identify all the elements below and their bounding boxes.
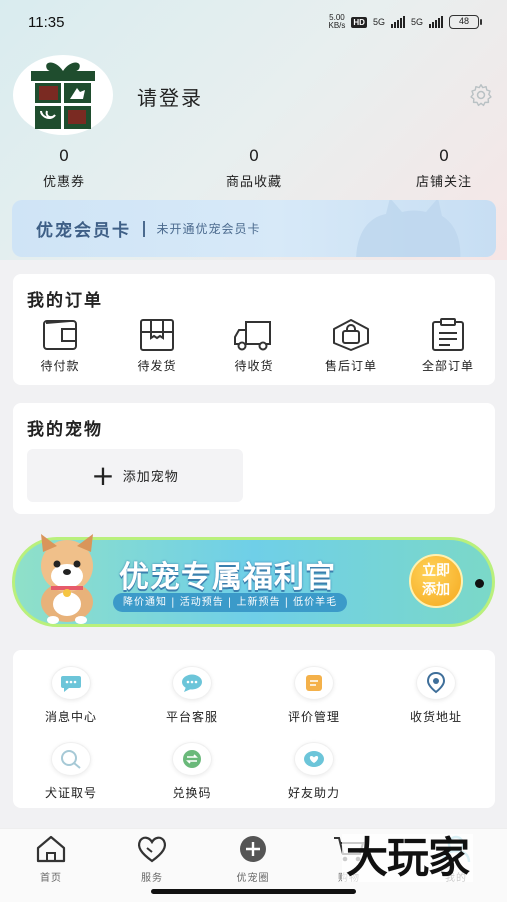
stat-shop-follows[interactable]: 0 店铺关注 xyxy=(404,146,484,190)
service-friend-help[interactable]: 好友助力 xyxy=(266,742,362,801)
tab-home[interactable]: 首页 xyxy=(11,835,91,884)
pets-title: 我的宠物 xyxy=(27,420,103,440)
pets-card: 我的宠物 + 添加宠物 xyxy=(13,403,495,514)
network-type-2: 5G xyxy=(410,17,423,27)
hd-badge: HD xyxy=(351,16,367,28)
cat-silhouette-icon xyxy=(356,200,461,257)
location-icon xyxy=(426,672,446,694)
services-card: 消息中心 平台客服 评价管理 收货地址 犬证取号 兑换码 好友助力 xyxy=(13,650,495,808)
order-after-sales[interactable]: 售后订单 xyxy=(316,318,386,374)
member-card-banner[interactable]: 优宠会员卡 未开通优宠会员卡 xyxy=(12,200,496,257)
status-indicators: 5.00 KB/s HD 5G 5G 48 xyxy=(328,13,482,30)
order-pending-shipment[interactable]: 待发货 xyxy=(122,318,192,374)
battery-icon: 48 xyxy=(449,15,482,29)
orders-card: 我的订单 待付款 待发货 待收货 售后订单 全部订单 xyxy=(13,274,495,385)
search-icon xyxy=(61,750,81,769)
avatar[interactable] xyxy=(13,55,113,135)
service-dog-license[interactable]: 犬证取号 xyxy=(23,742,119,801)
truck-icon xyxy=(234,321,271,351)
service-redeem-code[interactable]: 兑换码 xyxy=(144,742,240,801)
gear-icon[interactable] xyxy=(468,82,494,108)
signal-icon xyxy=(390,16,405,28)
chat-icon xyxy=(182,674,202,692)
plus-circle-icon xyxy=(240,836,266,862)
order-pending-receipt[interactable]: 待收货 xyxy=(219,318,289,374)
member-card-title: 优宠会员卡 xyxy=(36,221,131,241)
network-type-1: 5G xyxy=(372,17,385,27)
heart-icon xyxy=(304,751,324,767)
gift-logo-icon xyxy=(31,62,95,129)
banner-tags: 降价通知 | 活动预告 | 上新预告 | 低价羊毛 xyxy=(113,593,348,612)
home-icon xyxy=(36,835,66,863)
add-pet-button[interactable]: + 添加宠物 xyxy=(27,449,243,502)
stat-coupons[interactable]: 0 优惠券 xyxy=(34,146,94,190)
clipboard-icon xyxy=(432,318,464,351)
dog-mascot-icon xyxy=(41,534,93,624)
service-review-management[interactable]: 评价管理 xyxy=(266,666,362,725)
welfare-banner[interactable]: 优宠专属福利官 降价通知 | 活动预告 | 上新预告 | 低价羊毛 立即 添加 xyxy=(12,534,495,627)
divider xyxy=(143,220,145,237)
stats-row: 0 优惠券 0 商品收藏 0 店铺关注 xyxy=(0,146,507,194)
login-link[interactable]: 请登录 xyxy=(137,82,203,111)
orders-title: 我的订单 xyxy=(27,291,103,311)
plus-icon: + xyxy=(91,458,115,492)
home-indicator[interactable] xyxy=(151,889,356,894)
stat-favorites[interactable]: 0 商品收藏 xyxy=(214,146,294,190)
exchange-icon xyxy=(183,750,201,768)
watermark: 大玩家 xyxy=(342,834,474,882)
service-shipping-address[interactable]: 收货地址 xyxy=(388,666,484,725)
wallet-icon xyxy=(43,320,77,350)
service-customer-support[interactable]: 平台客服 xyxy=(144,666,240,725)
network-speed: 5.00 KB/s xyxy=(328,13,346,30)
message-icon xyxy=(61,676,81,692)
signal-icon-2 xyxy=(429,16,443,28)
status-bar: 11:35 5.00 KB/s HD 5G 5G 48 xyxy=(0,0,507,44)
banner-dot xyxy=(475,579,484,588)
service-message-center[interactable]: 消息中心 xyxy=(23,666,119,725)
order-pending-payment[interactable]: 待付款 xyxy=(25,318,95,374)
box-icon xyxy=(140,319,174,351)
bag-icon xyxy=(333,319,369,351)
order-all[interactable]: 全部订单 xyxy=(413,318,483,374)
banner-title: 优宠专属福利官 xyxy=(119,560,336,595)
member-card-subtitle: 未开通优宠会员卡 xyxy=(156,222,261,236)
tab-services[interactable]: 服务 xyxy=(112,835,192,884)
review-icon xyxy=(306,675,322,691)
add-now-button[interactable]: 立即 添加 xyxy=(409,554,463,608)
heart-tab-icon xyxy=(137,836,167,863)
tab-community[interactable]: 优宠圈 xyxy=(213,835,293,884)
status-time: 11:35 xyxy=(28,13,65,31)
